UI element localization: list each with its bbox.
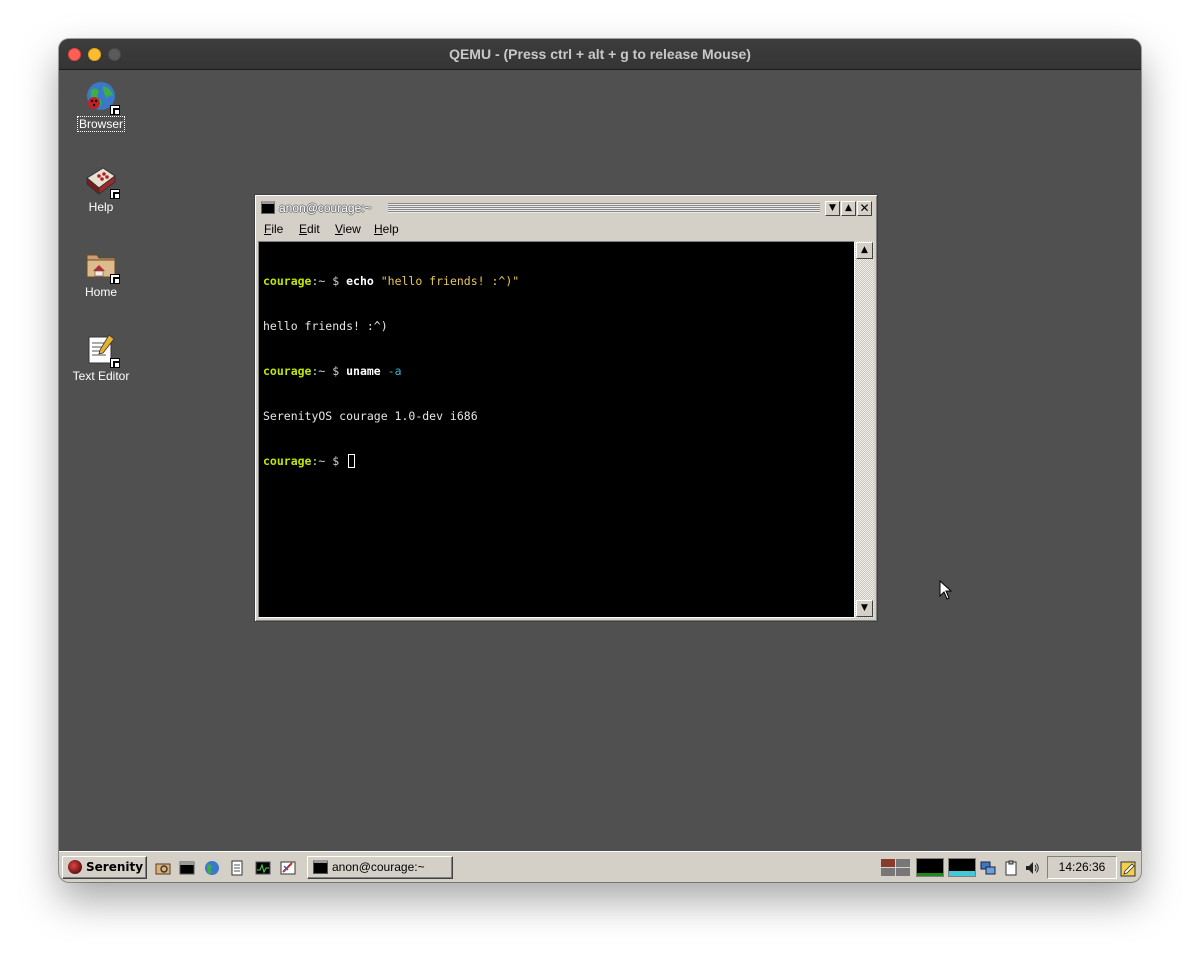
menu-edit[interactable]: Edit: [299, 222, 320, 236]
terminal-line: courage:~ $ echo "hello friends! :^)": [263, 274, 854, 289]
taskbar-window-label: anon@courage:~: [332, 860, 425, 874]
terminal-line: SerenityOS courage 1.0-dev i686: [263, 409, 854, 424]
network-icon[interactable]: [980, 860, 996, 876]
scroll-up-button[interactable]: ▲: [856, 242, 873, 259]
menu-edit-rest: dit: [307, 222, 320, 236]
menu-help-mnemonic: H: [374, 222, 383, 236]
prompt-host: courage: [263, 364, 312, 378]
terminal-output[interactable]: courage:~ $ echo "hello friends! :^)" he…: [258, 241, 855, 618]
start-menu-button[interactable]: Serenity: [62, 856, 147, 879]
terminal-window[interactable]: anon@courage:~ ▼ ▲ ✕ File Edit View Help…: [254, 194, 878, 622]
shortcut-arrow-icon: [110, 105, 120, 115]
taskbar-clock[interactable]: 14:26:36: [1047, 856, 1117, 879]
desktop-icon-label: Text Editor: [72, 369, 130, 383]
prompt-path: :~ $: [311, 274, 347, 288]
prompt-path: :~ $: [311, 454, 347, 468]
command-flag: -a: [380, 364, 402, 378]
terminal-menubar: File Edit View Help: [258, 220, 874, 240]
terminal-icon[interactable]: [179, 860, 195, 876]
menu-help[interactable]: Help: [374, 222, 399, 236]
menu-view-mnemonic: V: [335, 222, 343, 236]
desktop-icon-help[interactable]: Help: [59, 164, 143, 215]
cpu-graph-icon[interactable]: [916, 858, 944, 877]
text-editor-icon: [85, 333, 120, 368]
text-editor-icon[interactable]: [229, 860, 245, 876]
notifications-icon[interactable]: [1120, 860, 1137, 877]
terminal-line: courage:~ $ uname -a: [263, 364, 854, 379]
serenity-desktop[interactable]: Browser Help Home Text Editor anon@coura…: [59, 70, 1141, 851]
memory-graph-icon[interactable]: [948, 858, 976, 877]
maximize-button[interactable]: ▲: [841, 201, 856, 216]
titlebar-stripes: [388, 203, 820, 213]
clipboard-icon[interactable]: [1003, 860, 1019, 876]
terminal-scrollbar[interactable]: ▲ ▼: [855, 241, 874, 618]
shortcut-arrow-icon: [110, 274, 120, 284]
command-output: SerenityOS courage 1.0-dev i686: [263, 409, 478, 423]
menu-edit-mnemonic: E: [299, 222, 308, 236]
taskbar-window-terminal[interactable]: anon@courage:~: [307, 856, 453, 879]
desktop-icon-home[interactable]: Home: [59, 249, 143, 300]
browser-globe-icon: [85, 80, 120, 115]
host-window-title: QEMU - (Press ctrl + alt + g to release …: [449, 46, 751, 62]
terminal-line: hello friends! :^): [263, 319, 854, 334]
prompt-path: :~ $: [311, 364, 347, 378]
qemu-host-window: QEMU - (Press ctrl + alt + g to release …: [59, 39, 1141, 882]
menu-file-rest: ile: [271, 222, 284, 236]
close-button[interactable]: ✕: [857, 201, 872, 216]
terminal-line: courage:~ $: [263, 454, 854, 469]
shortcut-arrow-icon: [110, 189, 120, 199]
terminal-title: anon@courage:~: [279, 200, 376, 216]
terminal-titlebar[interactable]: anon@courage:~ ▼ ▲ ✕: [258, 199, 874, 217]
minimize-button[interactable]: ▼: [825, 201, 840, 216]
desktop-icon-text-editor[interactable]: Text Editor: [59, 333, 143, 384]
mouse-pointer-icon: [939, 580, 953, 600]
scroll-down-button[interactable]: ▼: [856, 600, 873, 617]
menu-view-rest: iew: [342, 222, 361, 236]
workspace-switcher-icon[interactable]: [881, 859, 911, 877]
desktop-icon-label: Help: [88, 200, 114, 214]
terminal-app-icon: [261, 201, 275, 214]
prompt-host: courage: [263, 274, 312, 288]
start-label: Serenity: [86, 860, 144, 874]
browser-icon[interactable]: [204, 860, 220, 876]
menu-file[interactable]: File: [264, 222, 283, 236]
menu-view[interactable]: View: [335, 222, 361, 236]
host-titlebar[interactable]: QEMU - (Press ctrl + alt + g to release …: [59, 39, 1141, 70]
desktop-icon-label: Home: [84, 285, 117, 299]
terminal-mini-icon: [313, 860, 328, 874]
help-book-icon: [85, 164, 120, 199]
desktop-icon-browser[interactable]: Browser: [59, 80, 143, 132]
command-output: hello friends! :^): [263, 319, 388, 333]
home-folder-icon: [85, 249, 120, 284]
taskbar: Serenity anon@courage:~ 14:26:36: [59, 851, 1141, 882]
file-manager-icon[interactable]: [155, 860, 171, 876]
menu-help-rest: elp: [382, 222, 399, 236]
desktop-icon-label: Browser: [76, 116, 125, 132]
volume-icon[interactable]: [1024, 860, 1040, 876]
serenity-logo-icon: [68, 860, 82, 874]
command-name: echo: [346, 274, 374, 288]
system-monitor-icon[interactable]: [255, 860, 271, 876]
command-argument: "hello friends! :^)": [373, 274, 520, 288]
shortcut-arrow-icon: [110, 358, 120, 368]
text-cursor: [348, 454, 356, 468]
prompt-host: courage: [263, 454, 312, 468]
paint-brush-icon[interactable]: [280, 860, 296, 876]
command-name: uname: [346, 364, 381, 378]
